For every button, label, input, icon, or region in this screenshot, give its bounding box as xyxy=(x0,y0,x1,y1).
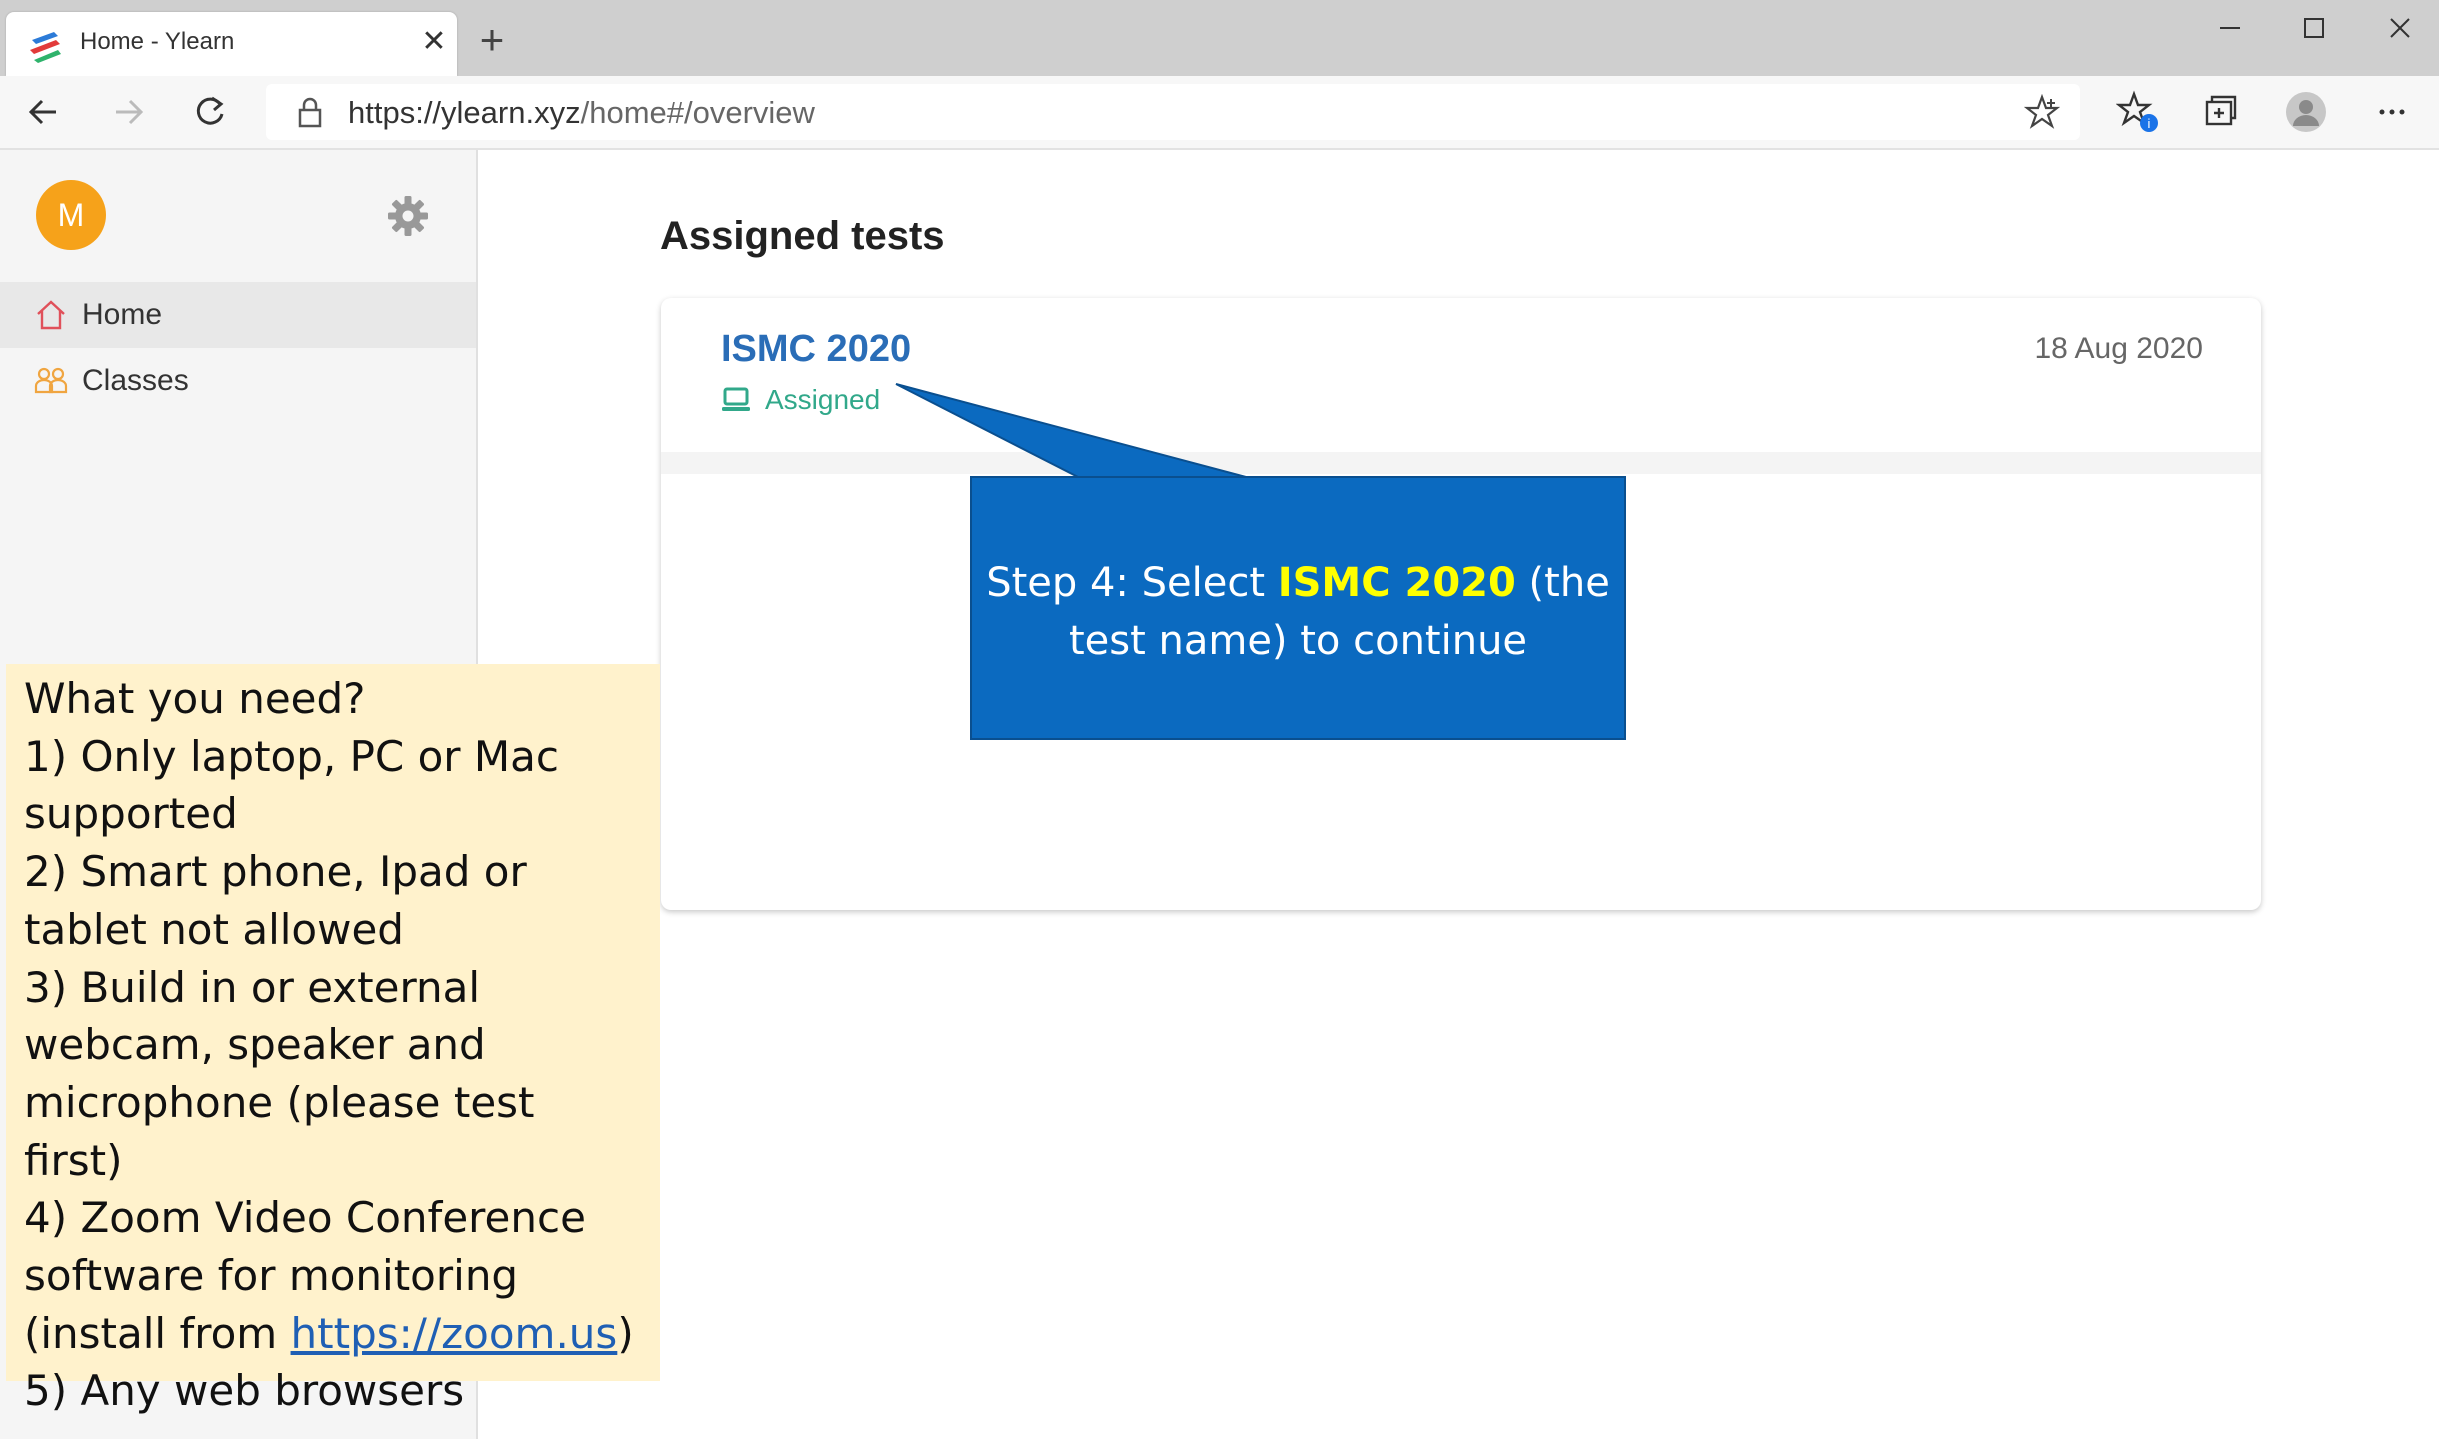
profile-avatar-icon xyxy=(2286,92,2326,132)
minimize-button[interactable] xyxy=(2200,8,2260,48)
minimize-icon xyxy=(2220,27,2240,29)
collections-icon xyxy=(2205,95,2237,126)
home-icon xyxy=(37,300,65,330)
more-dots-icon xyxy=(2379,109,2405,115)
svg-text:i: i xyxy=(2148,116,2151,131)
ylearn-logo-icon xyxy=(30,32,61,63)
profile-button[interactable] xyxy=(2284,90,2328,134)
sidebar-item-classes[interactable]: Classes xyxy=(0,348,476,414)
callout-text: Step 4: Select xyxy=(986,560,1278,606)
lock-icon xyxy=(298,97,322,128)
maximize-icon xyxy=(2304,18,2324,38)
card-divider xyxy=(661,452,2261,474)
refresh-button[interactable] xyxy=(186,88,234,136)
test-name-link[interactable]: ISMC 2020 xyxy=(721,328,911,371)
add-favorite-star-icon[interactable] xyxy=(2024,94,2060,130)
close-icon xyxy=(2390,18,2410,38)
favorites-star-icon: i xyxy=(2116,90,2158,132)
more-menu-button[interactable] xyxy=(2370,90,2414,134)
note-item: 1) Only laptop, PC or Mac supported xyxy=(24,731,559,839)
callout-highlight: ISMC 2020 xyxy=(1277,560,1516,606)
url-text[interactable]: https://ylearn.xyz/home#/overview xyxy=(348,95,815,131)
note-item: 2) Smart phone, Ipad or tablet not allow… xyxy=(24,847,527,954)
classes-icon xyxy=(34,367,68,394)
close-window-button[interactable] xyxy=(2370,8,2430,48)
maximize-button[interactable] xyxy=(2284,8,2344,48)
browser-tab[interactable]: Home - Ylearn ✕ xyxy=(6,12,457,76)
sidebar-item-label: Home xyxy=(82,298,163,331)
tab-title: Home - Ylearn xyxy=(80,28,235,55)
note-item: 4) Zoom Video Conference software for mo… xyxy=(24,1193,634,1358)
back-button[interactable] xyxy=(20,88,68,136)
browser-toolbar: https://ylearn.xyz/home#/overview i xyxy=(0,76,2439,150)
step-callout: Step 4: Select ISMC 2020 (the test name)… xyxy=(970,476,1626,740)
laptop-icon xyxy=(722,387,750,411)
status-label: Assigned xyxy=(765,384,881,415)
gear-icon[interactable] xyxy=(386,194,430,238)
browser-titlebar: Home - Ylearn ✕ + xyxy=(0,0,2439,76)
zoom-link[interactable]: https://zoom.us xyxy=(291,1309,618,1358)
note-item: 3) Build in or external webcam, speaker … xyxy=(24,962,535,1185)
forward-arrow-icon xyxy=(116,99,144,125)
user-avatar[interactable]: M xyxy=(36,180,106,250)
forward-button[interactable] xyxy=(104,88,152,136)
sidebar-item-home[interactable]: Home xyxy=(0,282,476,348)
page-title: Assigned tests xyxy=(660,214,945,258)
favorites-button[interactable]: i xyxy=(2116,90,2160,134)
address-bar[interactable]: https://ylearn.xyz/home#/overview xyxy=(266,84,2080,140)
requirements-note: What you need? 1) Only laptop, PC or Mac… xyxy=(6,664,660,1415)
test-date: 18 Aug 2020 xyxy=(2034,332,2203,365)
new-tab-button[interactable]: + xyxy=(472,19,512,61)
refresh-icon xyxy=(196,96,224,125)
note-title: What you need? xyxy=(24,674,366,723)
collections-button[interactable] xyxy=(2198,90,2242,134)
note-item: 5) Any web browsers xyxy=(24,1366,465,1416)
sidebar-item-label: Classes xyxy=(82,364,189,397)
back-arrow-icon xyxy=(28,99,56,125)
status-badge: Assigned xyxy=(721,384,880,416)
tab-close-icon[interactable]: ✕ xyxy=(414,22,454,62)
